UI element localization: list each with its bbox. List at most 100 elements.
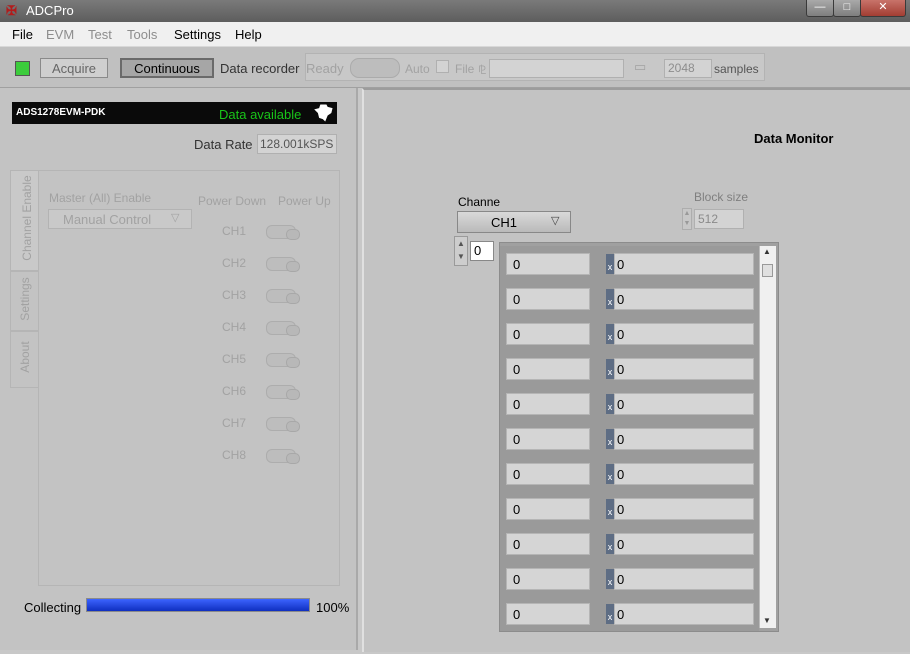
chevron-down-icon: ▽ bbox=[171, 212, 180, 224]
data-cell-value[interactable]: 0 bbox=[506, 393, 590, 415]
evm-name: ADS1278EVM-PDK bbox=[16, 107, 106, 118]
array-scrollbar[interactable]: ▲ ▼ bbox=[759, 246, 776, 628]
data-row: 0x0 bbox=[500, 246, 759, 281]
data-row: 0x0 bbox=[500, 491, 759, 526]
channel-toggle-5[interactable] bbox=[266, 353, 300, 368]
menu-evm[interactable]: EVM bbox=[46, 27, 74, 42]
data-cell-value[interactable]: 0 bbox=[614, 428, 754, 450]
channel-label-1: CH1 bbox=[222, 224, 247, 238]
recorder-status: Ready bbox=[306, 61, 344, 76]
channel-toggle-7[interactable] bbox=[266, 417, 300, 432]
progress-fill bbox=[87, 599, 309, 611]
data-cell-value[interactable]: 0 bbox=[506, 498, 590, 520]
menu-help[interactable]: Help bbox=[235, 27, 262, 42]
evm-panel: ADS1278EVM-PDK Data available Data Rate … bbox=[0, 88, 358, 650]
app-logo-icon: ✠ bbox=[6, 3, 17, 18]
channel-toggle-1[interactable] bbox=[266, 225, 300, 240]
data-cell-value[interactable]: 0 bbox=[506, 463, 590, 485]
data-row: 0x0 bbox=[500, 316, 759, 351]
auto-checkbox[interactable] bbox=[436, 60, 449, 73]
data-cell-value[interactable]: 0 bbox=[506, 253, 590, 275]
channel-toggle-8[interactable] bbox=[266, 449, 300, 464]
channel-select-value: CH1 bbox=[491, 215, 518, 230]
data-cell-value[interactable]: 0 bbox=[506, 358, 590, 380]
channel-toggle-3[interactable] bbox=[266, 289, 300, 304]
tab-channel-enable[interactable]: Channel Enable bbox=[10, 170, 39, 272]
data-cell-value[interactable]: 0 bbox=[506, 288, 590, 310]
row-marker: x bbox=[606, 604, 614, 624]
channel-toggle-4[interactable] bbox=[266, 321, 300, 336]
tab-settings[interactable]: Settings bbox=[10, 270, 39, 332]
progress-bar bbox=[86, 598, 310, 612]
data-cell-value[interactable]: 0 bbox=[506, 568, 590, 590]
channel-label-3: CH3 bbox=[222, 288, 247, 302]
power-down-label: Power Down bbox=[198, 194, 267, 208]
scroll-up-icon[interactable]: ▲ bbox=[763, 247, 771, 256]
scroll-down-icon[interactable]: ▼ bbox=[763, 616, 771, 625]
tab-settings-label: Settings bbox=[18, 277, 32, 321]
data-cell-value[interactable]: 0 bbox=[614, 463, 754, 485]
data-cell-value[interactable]: 0 bbox=[506, 323, 590, 345]
data-cell-value[interactable]: 0 bbox=[614, 393, 754, 415]
block-size-stepper[interactable]: ▲ ▼ bbox=[682, 208, 692, 230]
maximize-button[interactable]: □ bbox=[833, 0, 861, 17]
data-rate-label: Data Rate bbox=[194, 137, 253, 152]
samples-input[interactable]: 2048 bbox=[664, 59, 712, 78]
continuous-button[interactable]: Continuous bbox=[120, 58, 214, 78]
data-monitor-title: Data Monitor bbox=[754, 131, 834, 146]
acquire-button[interactable]: Acquire bbox=[40, 58, 108, 78]
data-row: 0x0 bbox=[500, 561, 759, 596]
channel-toggle-2[interactable] bbox=[266, 257, 300, 272]
menu-tools[interactable]: Tools bbox=[127, 27, 157, 42]
block-size-input[interactable]: 512 bbox=[694, 209, 744, 229]
data-cell-value[interactable]: 0 bbox=[614, 253, 754, 275]
data-recorder-label: Data recorder bbox=[220, 61, 300, 76]
data-rate-value: 128.001kSPS bbox=[257, 134, 337, 154]
data-cell-value[interactable]: 0 bbox=[614, 358, 754, 380]
channel-toggle-6[interactable] bbox=[266, 385, 300, 400]
file-path-input[interactable] bbox=[489, 59, 624, 78]
data-row: 0x0 bbox=[500, 351, 759, 386]
data-cell-value[interactable]: 0 bbox=[614, 323, 754, 345]
folder-icon[interactable]: ▭ bbox=[634, 59, 646, 75]
file-label: File bbox=[455, 62, 475, 76]
progress-value: 100% bbox=[316, 600, 350, 615]
master-enable-select[interactable]: Manual Control ▽ bbox=[48, 209, 192, 229]
data-cell-value[interactable]: 0 bbox=[614, 533, 754, 555]
menu-test[interactable]: Test bbox=[88, 27, 112, 42]
row-marker: x bbox=[606, 429, 614, 449]
data-row: 0x0 bbox=[500, 386, 759, 421]
samples-label: samples bbox=[714, 62, 759, 76]
data-cell-value[interactable]: 0 bbox=[614, 603, 754, 625]
minimize-button[interactable]: — bbox=[806, 0, 834, 17]
row-marker: x bbox=[606, 254, 614, 274]
menu-settings[interactable]: Settings bbox=[174, 27, 221, 42]
menu-file[interactable]: File bbox=[12, 27, 33, 42]
row-marker: x bbox=[606, 324, 614, 344]
scrollbar-thumb[interactable] bbox=[762, 264, 773, 277]
index-stepper[interactable]: ▲ ▼ bbox=[454, 236, 468, 266]
data-row: 0x0 bbox=[500, 281, 759, 316]
data-cell-value[interactable]: 0 bbox=[506, 603, 590, 625]
block-size-label: Block size bbox=[694, 190, 749, 204]
data-cell-value[interactable]: 0 bbox=[614, 568, 754, 590]
close-button[interactable]: ✕ bbox=[860, 0, 906, 17]
data-cell-value[interactable]: 0 bbox=[614, 288, 754, 310]
tab-channel-enable-label: Channel Enable bbox=[20, 175, 34, 261]
tab-about[interactable]: About bbox=[10, 330, 39, 388]
channel-select[interactable]: CH1 ▽ bbox=[457, 211, 571, 233]
data-cell-value[interactable]: 0 bbox=[506, 428, 590, 450]
row-marker: x bbox=[606, 569, 614, 589]
index-input[interactable]: 0 bbox=[470, 241, 494, 261]
record-toggle[interactable] bbox=[350, 58, 400, 78]
data-cell-value[interactable]: 0 bbox=[614, 498, 754, 520]
tab-about-label: About bbox=[18, 341, 32, 373]
data-cell-value[interactable]: 0 bbox=[506, 533, 590, 555]
evm-status: Data available bbox=[219, 107, 302, 122]
row-marker: x bbox=[606, 499, 614, 519]
path-icon: ⅊ bbox=[478, 63, 487, 77]
row-marker: x bbox=[606, 394, 614, 414]
progress-label: Collecting bbox=[24, 600, 82, 615]
auto-label: Auto bbox=[405, 62, 430, 76]
data-row: 0x0 bbox=[500, 456, 759, 491]
